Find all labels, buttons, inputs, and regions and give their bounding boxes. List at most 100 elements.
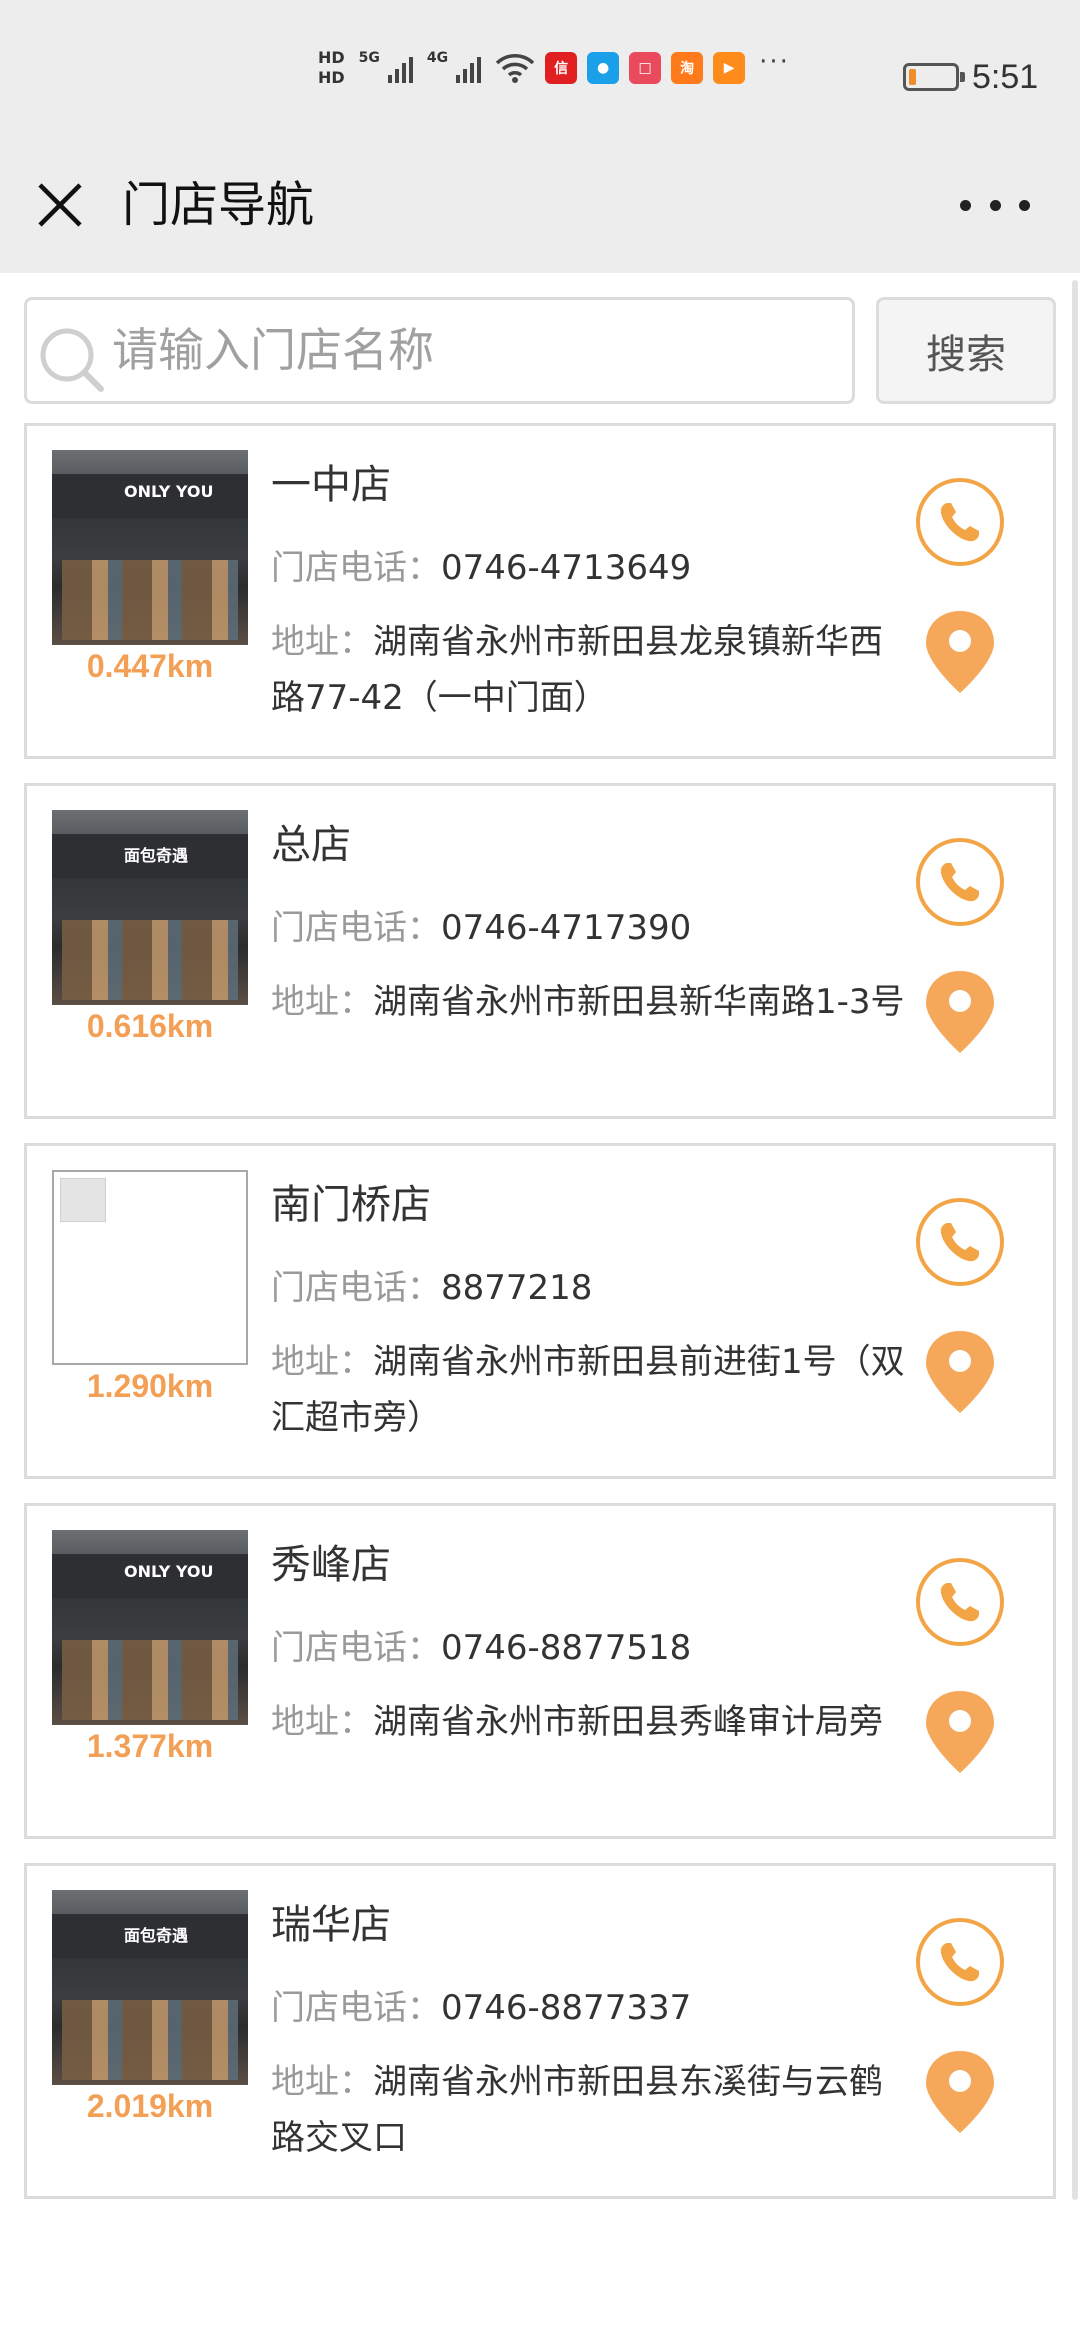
address-label: 地址： (271, 1342, 373, 1382)
battery-level (909, 69, 916, 85)
store-address: 湖南省永州市新田县新华南路1-3号 (373, 982, 905, 1022)
page-title: 门店导航 (122, 177, 315, 233)
store-card[interactable]: 面包奇遇 2.019km 瑞华店 门店电话：0746-8877337 地址：湖南… (24, 1863, 1056, 2199)
store-address: 湖南省永州市新田县秀峰审计局旁 (373, 1702, 883, 1742)
search-button[interactable]: 搜索 (876, 297, 1056, 404)
store-name[interactable]: 南门桥店 (271, 1172, 431, 1230)
map-pin-icon[interactable] (920, 2049, 1000, 2135)
store-distance: 0.616km (86, 1008, 214, 1044)
storefront-sign-text: ONLY YOU (124, 1562, 214, 1581)
storefront-sign: 面包奇遇 (52, 1914, 248, 1958)
search-input[interactable] (112, 310, 832, 390)
storefront-windows (62, 2000, 238, 2080)
store-phone-row: 门店电话：0746-8877337 (271, 1980, 691, 2029)
network-5g-label: 5G (358, 50, 380, 66)
tmall-app-icon: ● (587, 52, 620, 84)
storefront-sign: 面包奇遇 (52, 834, 248, 878)
notification-app-icons: 信 ● □ 淘 ▶ (535, 52, 746, 84)
store-distance: 1.290km (86, 1368, 214, 1404)
store-photo[interactable] (52, 1170, 248, 1365)
address-label: 地址： (271, 1702, 373, 1742)
more-dot (989, 199, 1001, 211)
video-app-icon: ▶ (713, 52, 746, 84)
map-pin-icon[interactable] (920, 969, 1000, 1055)
broken-image-icon (60, 1178, 106, 1222)
store-phone-row: 门店电话：8877218 (271, 1260, 592, 1309)
store-phone-row: 门店电话：0746-8877518 (271, 1620, 691, 1669)
call-button[interactable] (916, 838, 1004, 926)
close-icon (38, 183, 82, 227)
map-pin-icon[interactable] (920, 609, 1000, 695)
store-address-row: 地址：湖南省永州市新田县前进街1号（双汇超市旁） (271, 1334, 911, 1446)
search-box[interactable] (24, 297, 855, 404)
status-bar: HD HD 5G 4G 信 ● □ 淘 ▶ ··· 5:51 (0, 0, 1080, 150)
store-phone: 0746-4717390 (441, 908, 692, 948)
store-name[interactable]: 总店 (271, 812, 351, 870)
more-button[interactable] (960, 180, 1030, 230)
storefront-windows (62, 1640, 238, 1720)
phone-label: 门店电话： (271, 548, 441, 588)
store-card[interactable]: ONLY YOU 0.447km 一中店 门店电话：0746-4713649 地… (24, 423, 1056, 759)
network-4g-label: 4G (426, 50, 449, 66)
store-photo[interactable]: 面包奇遇 (52, 810, 248, 1005)
phone-label: 门店电话： (271, 1628, 441, 1668)
hd-indicator: HD HD (318, 48, 345, 88)
store-photo[interactable]: ONLY YOU (52, 450, 248, 645)
wifi-icon (495, 54, 535, 83)
hd1-label: HD (318, 48, 345, 67)
store-address-row: 地址：湖南省永州市新田县龙泉镇新华西路77-42（一中门面） (271, 614, 911, 726)
phone-icon (940, 1943, 979, 1982)
storefront-sign-text: ONLY YOU (124, 482, 214, 501)
store-phone: 0746-8877518 (441, 1628, 692, 1668)
status-icons: HD HD 5G 4G 信 ● □ 淘 ▶ ··· (318, 47, 790, 88)
taobao-app-icon: 淘 (671, 52, 704, 84)
store-distance: 0.447km (86, 648, 214, 684)
store-distance: 2.019km (86, 2088, 214, 2124)
phone-icon (940, 1223, 979, 1262)
storefront-windows (62, 560, 238, 640)
storefront-sign: ONLY YOU (52, 1554, 248, 1598)
phone-icon (940, 1583, 979, 1622)
map-pin-icon[interactable] (920, 1689, 1000, 1775)
storefront-sign-text: 面包奇遇 (124, 846, 189, 865)
more-notifications-icon: ··· (759, 47, 790, 77)
store-name[interactable]: 一中店 (271, 452, 391, 510)
reader-app-icon: □ (629, 52, 662, 84)
storefront-sign: ONLY YOU (52, 474, 248, 518)
store-list: ONLY YOU 0.447km 一中店 门店电话：0746-4713649 地… (24, 423, 1056, 2223)
store-address-row: 地址：湖南省永州市新田县秀峰审计局旁 (271, 1694, 911, 1750)
clock: 5:51 (972, 58, 1039, 96)
store-phone: 0746-4713649 (441, 548, 692, 588)
store-address-row: 地址：湖南省永州市新田县新华南路1-3号 (271, 974, 911, 1030)
title-bar: 门店导航 (0, 150, 1080, 273)
store-card[interactable]: 1.290km 南门桥店 门店电话：8877218 地址：湖南省永州市新田县前进… (24, 1143, 1056, 1479)
store-distance: 1.377km (86, 1728, 214, 1764)
store-name[interactable]: 瑞华店 (271, 1892, 391, 1950)
phone-label: 门店电话： (271, 1988, 441, 2028)
phone-icon (940, 863, 979, 902)
store-phone-row: 门店电话：0746-4717390 (271, 900, 691, 949)
store-phone: 0746-8877337 (441, 1988, 692, 2028)
call-button[interactable] (916, 1558, 1004, 1646)
store-card[interactable]: 面包奇遇 0.616km 总店 门店电话：0746-4717390 地址：湖南省… (24, 783, 1056, 1119)
close-button[interactable] (30, 175, 90, 235)
call-button[interactable] (916, 1198, 1004, 1286)
store-address-row: 地址：湖南省永州市新田县东溪街与云鹤路交叉口 (271, 2054, 911, 2166)
store-photo[interactable]: 面包奇遇 (52, 1890, 248, 2085)
hd2-label: HD (318, 68, 345, 87)
more-dot (1019, 199, 1030, 211)
signal-icon-2 (456, 53, 482, 83)
search-icon (40, 328, 104, 392)
weibo-app-icon: 信 (545, 52, 578, 84)
call-button[interactable] (916, 1918, 1004, 2006)
store-card[interactable]: ONLY YOU 1.377km 秀峰店 门店电话：0746-8877518 地… (24, 1503, 1056, 1839)
map-pin-icon[interactable] (920, 1329, 1000, 1415)
address-label: 地址： (271, 982, 373, 1022)
call-button[interactable] (916, 478, 1004, 566)
image-placeholder (52, 1170, 248, 1365)
store-phone: 8877218 (441, 1268, 593, 1308)
store-name[interactable]: 秀峰店 (271, 1532, 391, 1590)
store-photo[interactable]: ONLY YOU (52, 1530, 248, 1725)
phone-icon (940, 503, 979, 542)
scrollbar[interactable] (1072, 280, 1078, 2200)
